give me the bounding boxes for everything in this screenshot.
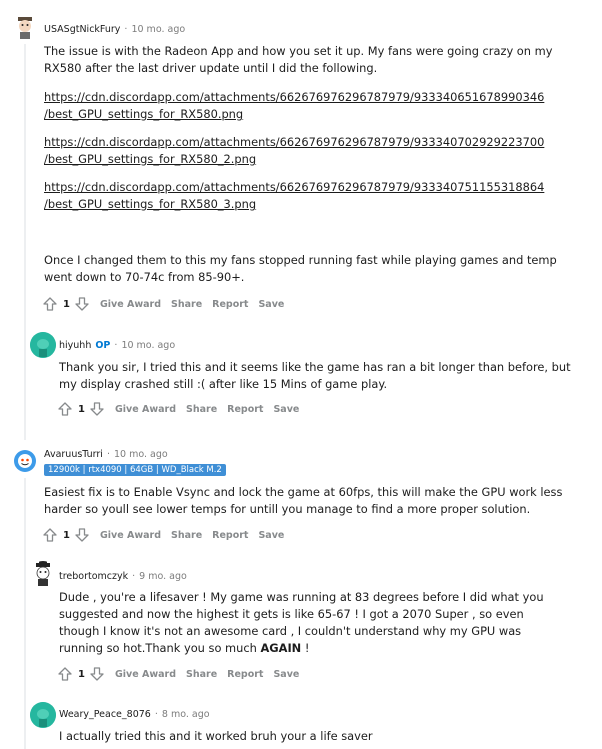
comment-paragraph: I actually tried this and it worked bruh… — [59, 729, 373, 743]
comment-actions: 1 Give Award Share Report Save — [57, 400, 299, 418]
link-line[interactable]: https://cdn.discordapp.com/attachments/6… — [44, 89, 564, 106]
comment-paragraph: Thank you sir, I tried this and it seems… — [59, 360, 571, 391]
thread-line[interactable] — [24, 478, 26, 749]
comment-link[interactable]: https://cdn.discordapp.com/attachments/6… — [44, 179, 564, 213]
comment-body: Once I changed them to this my fans stop… — [44, 252, 564, 286]
save-button[interactable]: Save — [258, 530, 284, 541]
comment-meta: trebortomczyk · 9 mo. ago — [59, 571, 187, 582]
upvote-icon[interactable] — [42, 527, 58, 543]
comment-body: I actually tried this and it worked bruh… — [59, 728, 579, 745]
share-button[interactable]: Share — [171, 299, 202, 310]
comment-meta: AvaruusTurri · 10 mo. ago — [44, 449, 168, 460]
upvote-icon[interactable] — [57, 401, 73, 417]
username-link[interactable]: USASgtNickFury — [44, 24, 120, 35]
link-line[interactable]: https://cdn.discordapp.com/attachments/6… — [44, 134, 564, 151]
separator-dot: · — [114, 340, 118, 351]
separator-dot: · — [154, 709, 158, 720]
give-award-button[interactable]: Give Award — [100, 530, 161, 541]
comment-meta: hiyuhh OP · 10 mo. ago — [59, 340, 175, 351]
upvote-icon[interactable] — [42, 296, 58, 312]
save-button[interactable]: Save — [273, 669, 299, 680]
comment-body: Thank you sir, I tried this and it seems… — [59, 359, 579, 393]
downvote-icon[interactable] — [74, 296, 90, 312]
snoo-avatar-icon — [12, 14, 38, 40]
downvote-icon[interactable] — [89, 666, 105, 682]
timestamp[interactable]: 10 mo. ago — [114, 449, 168, 460]
comment-link[interactable]: https://cdn.discordapp.com/attachments/6… — [44, 134, 564, 168]
username-link[interactable]: Weary_Peace_8076 — [59, 709, 151, 720]
comment-actions: 1 Give Award Share Report Save — [42, 295, 284, 313]
report-button[interactable]: Report — [212, 299, 248, 310]
user-flair: 12900k | rtx4090 | 64GB | WD_Black M.2 — [44, 464, 226, 476]
comment-body: Easiest fix is to Enable Vsync and lock … — [44, 484, 564, 518]
timestamp[interactable]: 10 mo. ago — [121, 340, 175, 351]
avatar[interactable] — [30, 702, 56, 728]
avatar[interactable] — [30, 561, 56, 587]
username-link[interactable]: AvaruusTurri — [44, 449, 103, 460]
snoo-avatar-icon — [30, 702, 56, 728]
username-link[interactable]: hiyuhh — [59, 340, 91, 351]
share-button[interactable]: Share — [186, 669, 217, 680]
comment-text-bold: AGAIN — [260, 641, 302, 655]
timestamp[interactable]: 9 mo. ago — [139, 571, 187, 582]
report-button[interactable]: Report — [212, 530, 248, 541]
link-line[interactable]: /best_GPU_settings_for_RX580.png — [44, 106, 564, 123]
timestamp[interactable]: 8 mo. ago — [162, 709, 210, 720]
comment-paragraph: Easiest fix is to Enable Vsync and lock … — [44, 485, 563, 516]
snoo-avatar-icon — [30, 561, 56, 587]
separator-dot: · — [106, 449, 110, 460]
avatar[interactable] — [12, 14, 38, 40]
thread-line[interactable] — [24, 44, 26, 440]
downvote-icon[interactable] — [89, 401, 105, 417]
separator-dot: · — [124, 24, 128, 35]
avatar[interactable] — [30, 332, 56, 358]
comment-body: Dude , you're a lifesaver ! My game was … — [59, 589, 559, 657]
vote-score: 1 — [63, 298, 70, 310]
comment-meta: Weary_Peace_8076 · 8 mo. ago — [59, 709, 210, 720]
comment-paragraph: Once I changed them to this my fans stop… — [44, 253, 557, 284]
give-award-button[interactable]: Give Award — [100, 299, 161, 310]
give-award-button[interactable]: Give Award — [115, 669, 176, 680]
share-button[interactable]: Share — [186, 404, 217, 415]
comment-paragraph: The issue is with the Radeon App and how… — [44, 44, 553, 75]
snoo-avatar-icon — [30, 332, 56, 358]
link-line[interactable]: /best_GPU_settings_for_RX580_2.png — [44, 151, 564, 168]
vote-score: 1 — [78, 668, 85, 680]
comment-meta: USASgtNickFury · 10 mo. ago — [44, 24, 185, 35]
comment-paragraph: Dude , you're a lifesaver ! My game was … — [59, 589, 559, 657]
snoo-avatar-icon — [12, 448, 38, 474]
upvote-icon[interactable] — [57, 666, 73, 682]
avatar[interactable] — [12, 448, 38, 474]
link-line[interactable]: /best_GPU_settings_for_RX580_3.png — [44, 196, 564, 213]
timestamp[interactable]: 10 mo. ago — [131, 24, 185, 35]
vote-score: 1 — [78, 403, 85, 415]
save-button[interactable]: Save — [258, 299, 284, 310]
comment-text: ! — [301, 641, 310, 655]
username-link[interactable]: trebortomczyk — [59, 571, 128, 582]
comment-link[interactable]: https://cdn.discordapp.com/attachments/6… — [44, 89, 564, 123]
save-button[interactable]: Save — [273, 404, 299, 415]
report-button[interactable]: Report — [227, 669, 263, 680]
downvote-icon[interactable] — [74, 527, 90, 543]
comment-body: The issue is with the Radeon App and how… — [44, 43, 564, 77]
give-award-button[interactable]: Give Award — [115, 404, 176, 415]
share-button[interactable]: Share — [171, 530, 202, 541]
vote-score: 1 — [63, 529, 70, 541]
op-badge: OP — [95, 340, 111, 351]
comment-actions: 1 Give Award Share Report Save — [42, 526, 284, 544]
link-line[interactable]: https://cdn.discordapp.com/attachments/6… — [44, 179, 564, 196]
report-button[interactable]: Report — [227, 404, 263, 415]
separator-dot: · — [132, 571, 136, 582]
comment-actions: 1 Give Award Share Report Save — [57, 665, 299, 683]
